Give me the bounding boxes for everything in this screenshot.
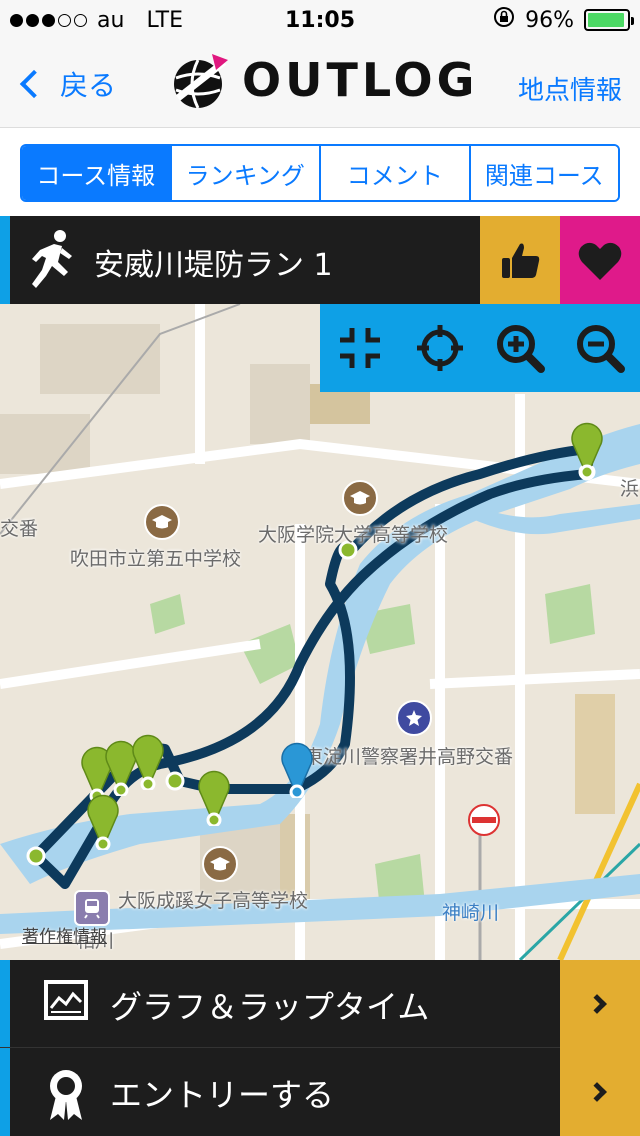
map-pin-green-icon[interactable]: [86, 794, 120, 850]
globe-logo-icon: [174, 54, 228, 109]
like-button[interactable]: [480, 216, 560, 304]
entry-label: エントリーする: [110, 1076, 335, 1114]
chevron-right-icon: [560, 1048, 640, 1136]
map-label-school: 吹田市立第五中学校: [70, 548, 242, 570]
school-poi-icon[interactable]: [144, 504, 180, 540]
map-pin-blue-icon[interactable]: [280, 742, 314, 798]
bottom-menu: グラフ＆ラップタイム エントリーする: [0, 960, 640, 1136]
outlog-logo: OUTLOG: [168, 48, 478, 112]
course-header: 安威川堤防ラン 1: [0, 216, 640, 304]
tab-related-courses[interactable]: 関連コース: [470, 146, 618, 200]
entry-button[interactable]: エントリーする: [0, 1048, 640, 1136]
graph-icon: [44, 980, 88, 1020]
network-type: LTE: [146, 7, 184, 33]
award-ribbon-icon: [50, 1070, 82, 1120]
zoom-in-button[interactable]: [492, 320, 548, 376]
map-label-river: 神崎川: [442, 902, 500, 924]
map-label-school: 大阪成蹊女子高等学校: [118, 890, 309, 912]
location-info-button[interactable]: 地点情報: [518, 70, 622, 107]
map-pin-green-icon[interactable]: [131, 734, 165, 790]
zoom-out-icon: [577, 325, 625, 373]
train-station-icon[interactable]: [74, 890, 110, 926]
back-label: 戻る: [60, 69, 117, 102]
metro-station-icon[interactable]: [468, 804, 500, 836]
collapse-icon: [340, 328, 380, 368]
heart-icon: [578, 242, 622, 280]
tab-ranking[interactable]: ランキング: [171, 146, 321, 200]
map-label-school: 大阪学院大学高等学校: [258, 524, 449, 546]
map-label-area: 浜: [620, 478, 640, 500]
graph-lap-time-label: グラフ＆ラップタイム: [110, 988, 430, 1026]
chevron-right-icon: [560, 960, 640, 1048]
collapse-map-button[interactable]: [332, 320, 388, 376]
current-location-button[interactable]: [412, 320, 468, 376]
rotation-lock-icon: [493, 6, 515, 34]
runner-icon: [32, 230, 72, 288]
back-button[interactable]: 戻る: [16, 64, 116, 104]
thumbs-up-icon: [502, 243, 540, 278]
zoom-in-icon: [497, 325, 545, 373]
graph-lap-time-button[interactable]: グラフ＆ラップタイム: [0, 960, 640, 1048]
map-pin-green-icon[interactable]: [197, 770, 231, 826]
tab-course-info[interactable]: コース情報: [22, 146, 172, 200]
course-map[interactable]: 吹田市立第五中学校 大阪学院大学高等学校 東淀川警察署井高野交番 大阪成蹊女子高…: [0, 304, 640, 960]
favorite-button[interactable]: [560, 216, 640, 304]
police-poi-icon[interactable]: [396, 700, 432, 736]
tab-comments[interactable]: コメント: [321, 146, 471, 200]
chevron-left-icon: [19, 69, 49, 99]
map-label-koban: 交番: [0, 518, 39, 540]
map-toolbar: [320, 304, 640, 392]
battery-percent: 96%: [525, 7, 574, 33]
crosshair-icon: [417, 325, 463, 371]
school-poi-icon[interactable]: [342, 480, 378, 516]
school-poi-icon[interactable]: [202, 846, 238, 882]
carrier-name: au: [97, 7, 125, 33]
status-bar: au LTE 11:05 96%: [0, 0, 640, 40]
map-label-police: 東淀川警察署井高野交番: [304, 746, 514, 768]
copyright-link[interactable]: 著作権情報: [22, 922, 107, 947]
map-pin-green-icon[interactable]: [570, 422, 604, 478]
zoom-out-button[interactable]: [572, 320, 628, 376]
battery-icon: [584, 9, 634, 31]
navigation-bar: 戻る OUTLOG 地点情報: [0, 40, 640, 128]
course-title: 安威川堤防ラン 1: [94, 248, 333, 283]
map-canvas: [0, 304, 640, 960]
logo-text: OUTLOG: [242, 53, 479, 107]
signal-strength-icon: [10, 13, 87, 27]
segmented-tabs: コース情報 ランキング コメント 関連コース: [20, 144, 620, 202]
